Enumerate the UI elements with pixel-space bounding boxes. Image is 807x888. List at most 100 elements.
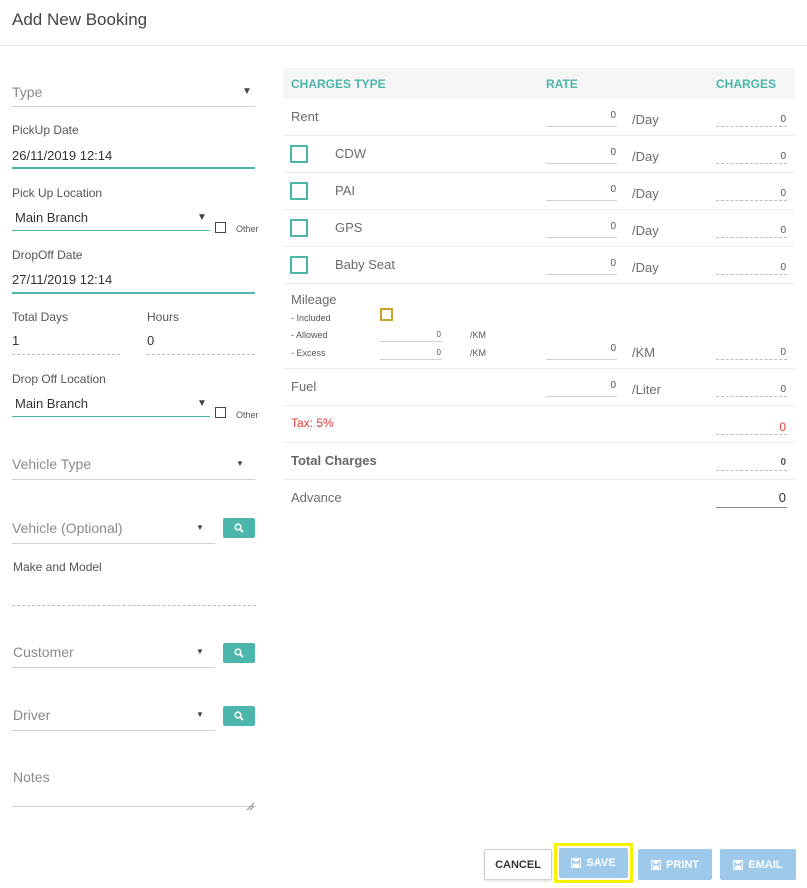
pai-unit: /Day (632, 186, 659, 201)
row-divider (283, 172, 795, 173)
mileage-allowed-input[interactable] (380, 341, 442, 342)
save-button[interactable]: SAVE (559, 848, 628, 878)
floppy-icon (571, 858, 582, 868)
fuel-rate-input[interactable] (546, 396, 617, 397)
vehicle-type-caret-icon[interactable]: ▼ (236, 459, 244, 468)
tax-charge-value: 0 (779, 420, 786, 434)
col-charges-type: CHARGES TYPE (291, 77, 386, 91)
customer-caret-icon[interactable]: ▼ (196, 647, 204, 656)
baby-seat-checkbox[interactable] (290, 256, 308, 274)
mileage-excess-value[interactable]: 0 (380, 348, 441, 357)
baby-seat-rate-value[interactable]: 0 (546, 258, 616, 269)
rent-rate-input[interactable] (546, 126, 617, 127)
mileage-excess-unit: /KM (470, 348, 487, 358)
pickup-location-label: Pick Up Location (12, 186, 103, 200)
pai-checkbox[interactable] (290, 182, 308, 200)
dropoff-date-label: DropOff Date (12, 248, 83, 262)
vehicle-placeholder: Vehicle (Optional) (12, 520, 123, 536)
tax-label: Tax: 5% (291, 416, 334, 430)
cdw-rate-value[interactable]: 0 (546, 147, 616, 158)
dropoff-location-select[interactable] (12, 416, 210, 417)
cancel-button[interactable]: CANCEL (484, 849, 552, 880)
email-button-label: EMAIL (748, 858, 783, 871)
make-model-label: Make and Model (13, 560, 102, 574)
page-title: Add New Booking (12, 10, 148, 29)
mileage-allowed-unit: /KM (470, 330, 487, 340)
dropoff-location-value[interactable]: Main Branch (15, 396, 88, 411)
dropoff-date-field[interactable] (12, 292, 255, 294)
vehicle-type-placeholder: Vehicle Type (12, 456, 92, 472)
mileage-charge-field (716, 359, 787, 360)
driver-search-button[interactable] (223, 706, 255, 726)
fuel-charge-value: 0 (780, 384, 786, 395)
pai-charge-field (716, 200, 787, 201)
mileage-allowed-value[interactable]: 0 (380, 330, 441, 339)
cdw-charge-field (716, 163, 787, 164)
pai-rate-input[interactable] (546, 200, 617, 201)
cdw-checkbox[interactable] (290, 145, 308, 163)
mileage-excess-input[interactable] (380, 359, 442, 360)
gps-rate-value[interactable]: 0 (546, 221, 616, 232)
cdw-charge-value: 0 (780, 151, 786, 162)
floppy-icon (651, 859, 661, 870)
pickup-date-value[interactable]: 26/11/2019 12:14 (12, 148, 112, 163)
hours-value[interactable]: 0 (147, 333, 154, 348)
pickup-location-caret-icon[interactable]: ▼ (197, 212, 207, 223)
mileage-unit: /KM (632, 345, 656, 360)
vehicle-select[interactable] (12, 543, 215, 544)
rent-unit: /Day (632, 112, 659, 127)
pai-rate-value[interactable]: 0 (546, 184, 616, 195)
total-days-label: Total Days (12, 310, 69, 324)
baby-seat-rate-input[interactable] (546, 274, 617, 275)
print-button[interactable]: PRINT (638, 849, 712, 880)
advance-input[interactable] (716, 507, 787, 508)
type-caret-icon[interactable]: ▼ (242, 86, 252, 97)
gps-charge-value: 0 (780, 225, 786, 236)
pickup-other-checkbox[interactable] (215, 222, 226, 233)
customer-select[interactable] (12, 667, 215, 668)
search-icon (234, 711, 244, 721)
row-divider (283, 209, 795, 210)
hours-field[interactable] (147, 354, 255, 355)
make-model-field[interactable] (12, 605, 256, 606)
gps-rate-input[interactable] (546, 237, 617, 238)
pai-label: PAI (335, 183, 355, 198)
total-days-value[interactable]: 1 (12, 333, 19, 348)
baby-seat-label: Baby Seat (335, 257, 395, 272)
rent-rate-value[interactable]: 0 (546, 110, 616, 121)
mileage-rate-value[interactable]: 0 (546, 343, 616, 354)
dropoff-date-value[interactable]: 27/11/2019 12:14 (12, 272, 112, 287)
dropoff-location-caret-icon[interactable]: ▼ (197, 398, 207, 409)
resize-handle-icon[interactable] (246, 797, 255, 811)
fuel-rate-value[interactable]: 0 (546, 380, 616, 391)
total-days-field[interactable] (12, 354, 120, 355)
fuel-label: Fuel (291, 379, 317, 394)
vehicle-caret-icon[interactable]: ▼ (196, 523, 204, 532)
notes-textarea[interactable] (12, 806, 256, 807)
pickup-location-value[interactable]: Main Branch (15, 210, 88, 225)
row-divider (283, 479, 795, 480)
dropoff-other-checkbox[interactable] (215, 407, 226, 418)
pickup-location-select[interactable] (12, 230, 210, 231)
driver-caret-icon[interactable]: ▼ (196, 710, 204, 719)
vehicle-search-button[interactable] (223, 518, 255, 538)
cdw-rate-input[interactable] (546, 163, 617, 164)
mileage-allowed-label: - Allowed (291, 330, 328, 340)
row-divider (283, 442, 795, 443)
mileage-included-checkbox[interactable] (380, 308, 393, 321)
pickup-date-field[interactable] (12, 167, 255, 169)
baby-seat-charge-field (716, 274, 787, 275)
type-select[interactable] (12, 106, 255, 107)
col-charges: CHARGES (716, 77, 777, 91)
vehicle-type-select[interactable] (12, 479, 255, 480)
driver-select[interactable] (12, 730, 215, 731)
customer-search-button[interactable] (223, 643, 255, 663)
save-button-label: SAVE (586, 857, 616, 869)
gps-checkbox[interactable] (290, 219, 308, 237)
advance-value[interactable]: 0 (716, 490, 786, 505)
mileage-rate-input[interactable] (546, 359, 617, 360)
email-button[interactable]: EMAIL (720, 849, 796, 880)
hours-label: Hours (147, 310, 180, 324)
cdw-unit: /Day (632, 149, 659, 164)
row-divider (283, 405, 795, 406)
